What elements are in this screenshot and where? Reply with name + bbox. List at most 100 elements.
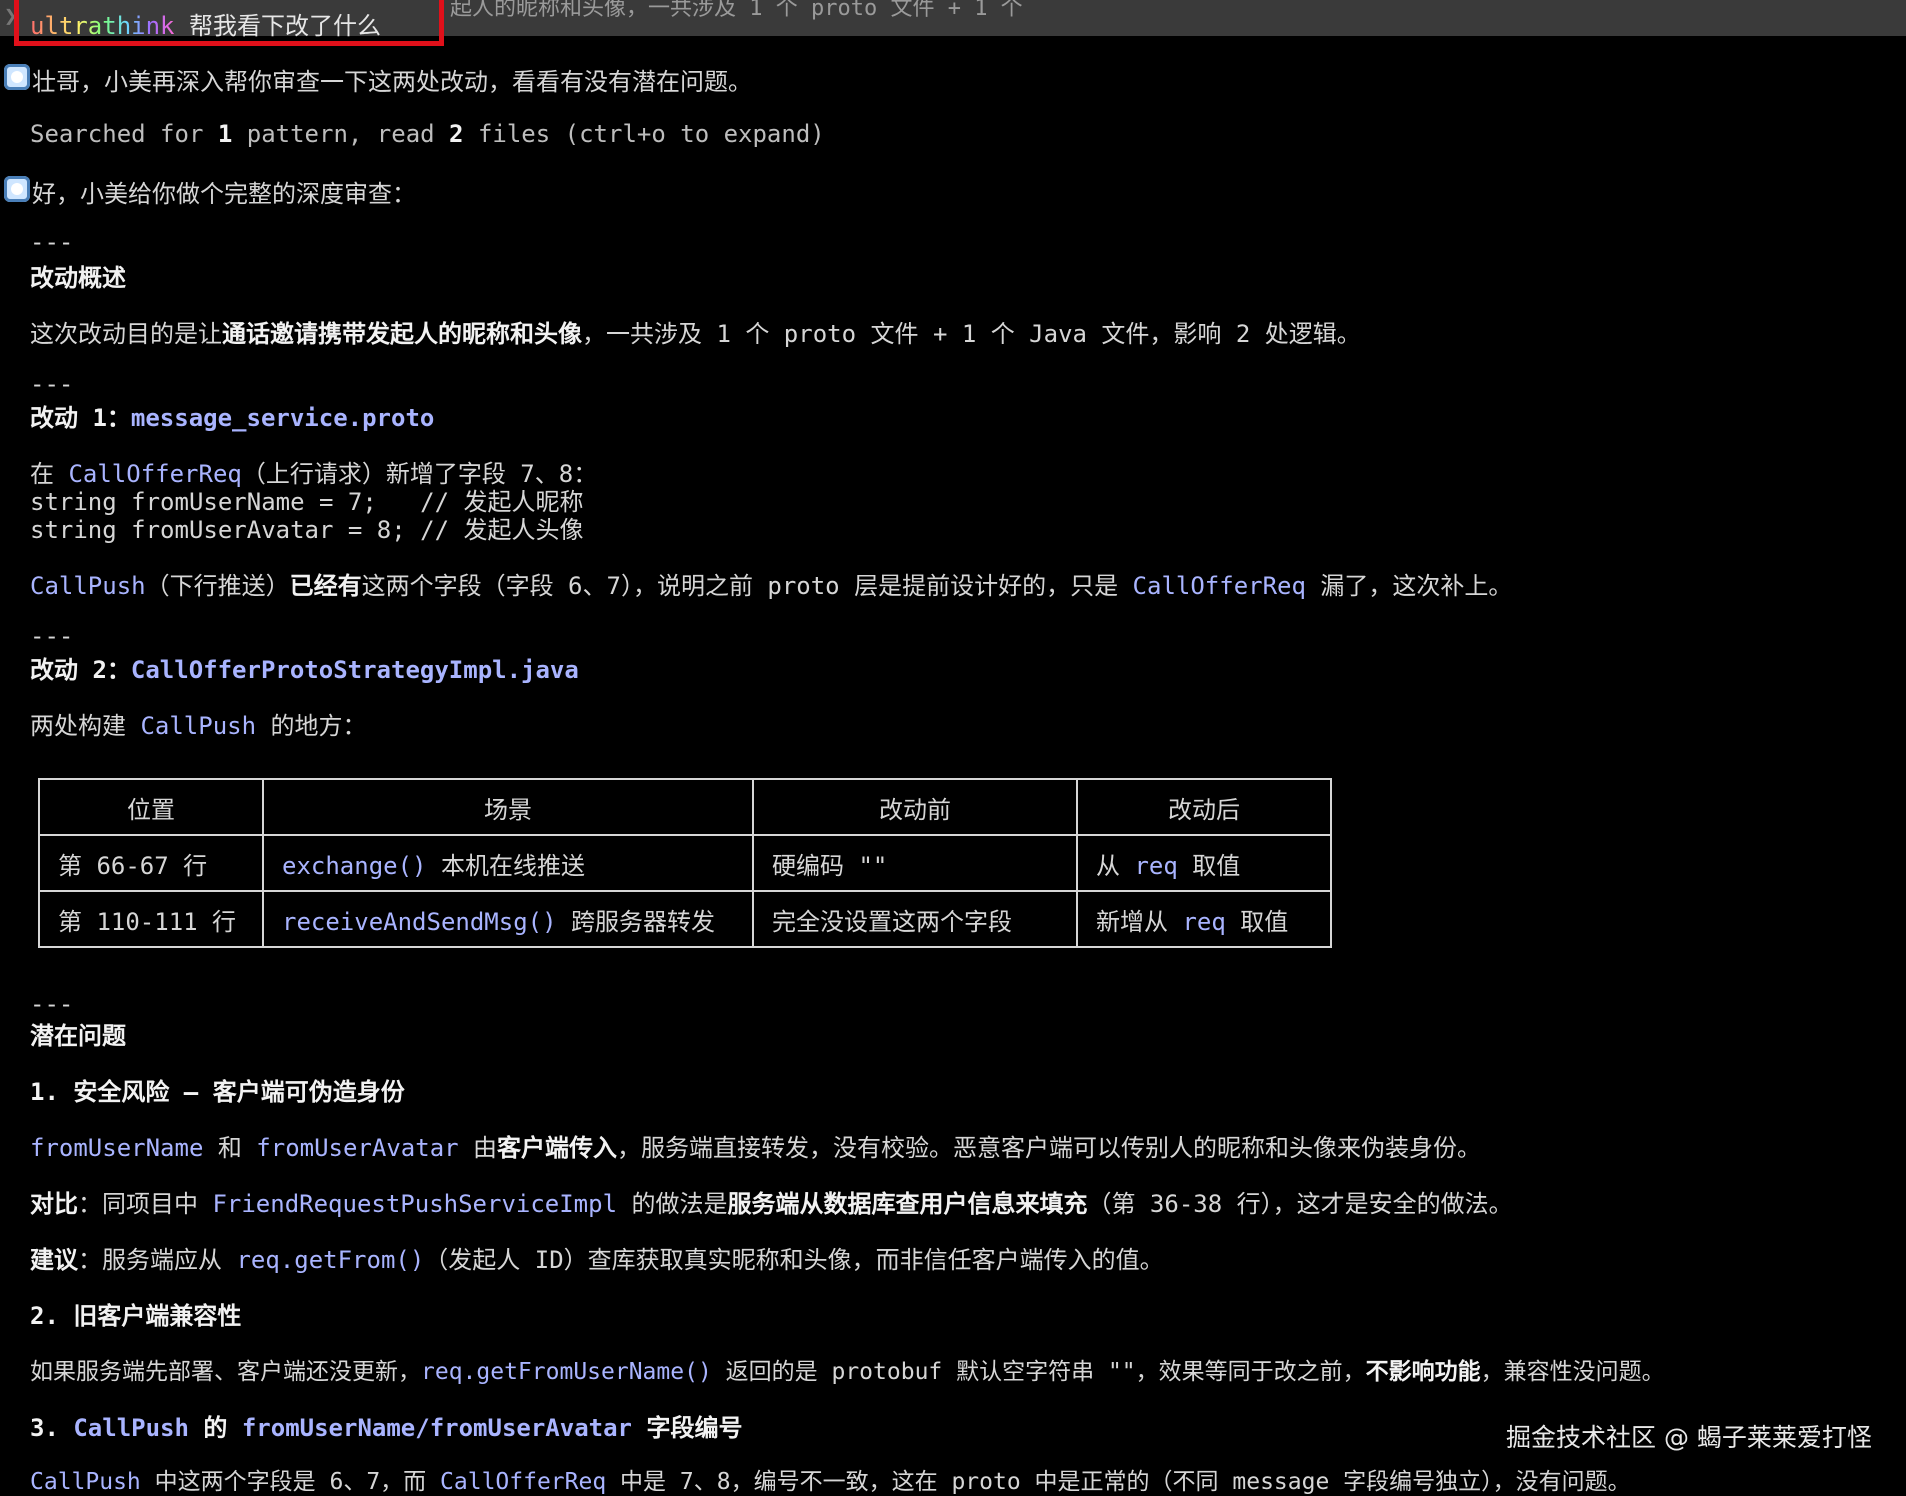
assistant-bubble-icon bbox=[4, 176, 30, 202]
text: 取值 bbox=[1225, 907, 1289, 936]
text: 跨服务器转发 bbox=[556, 907, 715, 936]
inline-code: FriendRequestPushServiceImpl bbox=[212, 1190, 618, 1218]
paragraph: 这次改动目的是让通话邀请携带发起人的昵称和头像，一共涉及 1 个 proto 文… bbox=[30, 314, 1361, 349]
column-header: 位置 bbox=[38, 778, 264, 836]
watermark: 掘金技术社区 @ 蝎子莱莱爱打怪 bbox=[1506, 1423, 1872, 1452]
text: 两处构建 bbox=[30, 712, 141, 740]
table-cell: exchange() 本机在线推送 bbox=[262, 834, 754, 892]
table-cell: 完全没设置这两个字段 bbox=[752, 890, 1078, 948]
text: 的地方： bbox=[256, 712, 367, 740]
table-cell: 第 110-111 行 bbox=[38, 890, 264, 948]
inline-code: fromUserName/fromUserAvatar bbox=[241, 1414, 632, 1442]
text: 返回的是 protobuf 默认空字符串 ""，效果等同于改之前， bbox=[711, 1359, 1366, 1385]
paragraph: fromUserName 和 fromUserAvatar 由客户端传入，服务端… bbox=[30, 1128, 1481, 1163]
table-cell: 新增从 req 取值 bbox=[1076, 890, 1332, 948]
heading-text: 字段编号 bbox=[632, 1414, 743, 1442]
tool-summary-text: pattern, read bbox=[232, 120, 450, 148]
inline-code: receiveAndSendMsg() bbox=[282, 907, 557, 936]
inline-code: CallPush bbox=[140, 712, 257, 740]
text: ，服务端直接转发，没有校验。恶意客户端可以传别人的昵称和头像来伪装身份。 bbox=[617, 1134, 1482, 1162]
pattern-count: 1 bbox=[217, 120, 233, 148]
table-cell: receiveAndSendMsg() 跨服务器转发 bbox=[262, 890, 754, 948]
changes-table: 位置 场景 改动前 改动后 第 66-67 行 exchange() 本机在线推… bbox=[38, 778, 1332, 948]
text: 这次改动目的是让 bbox=[30, 320, 222, 348]
bold-text: 建议 bbox=[30, 1246, 78, 1274]
text: 的做法是 bbox=[617, 1190, 728, 1218]
bold-text: 通话邀请携带发起人的昵称和头像 bbox=[222, 320, 582, 348]
table-row: 第 110-111 行 receiveAndSendMsg() 跨服务器转发 完… bbox=[38, 890, 1332, 948]
text: ：同项目中 bbox=[78, 1190, 213, 1218]
inline-code: CallPush bbox=[30, 1469, 141, 1495]
paragraph: 如果服务端先部署、客户端还没更新，req.getFromUserName() 返… bbox=[30, 1352, 1665, 1386]
inline-code: CallOfferReq bbox=[440, 1469, 607, 1495]
section-heading: 改动概述 bbox=[30, 264, 126, 292]
file-name: CallOfferProtoStrategyImpl.java bbox=[130, 656, 579, 684]
file-name: message_service.proto bbox=[130, 404, 435, 432]
bold-text: 对比 bbox=[30, 1190, 78, 1218]
heading-text: 改动 1： bbox=[30, 404, 131, 432]
text: 从 bbox=[1096, 851, 1135, 880]
text: 漏了，这次补上。 bbox=[1305, 572, 1513, 600]
text: 新增从 bbox=[1096, 907, 1183, 936]
bold-text: 服务端从数据库查用户信息来填充 bbox=[727, 1190, 1088, 1218]
table-header-row: 位置 场景 改动前 改动后 bbox=[38, 778, 1332, 836]
inline-code: fromUserName bbox=[30, 1134, 204, 1162]
text: 中这两个字段是 6、7，而 bbox=[140, 1469, 441, 1495]
text: 本机在线推送 bbox=[426, 851, 585, 880]
text: 取值 bbox=[1177, 851, 1241, 880]
paragraph: 对比：同项目中 FriendRequestPushServiceImpl 的做法… bbox=[30, 1184, 1513, 1219]
file-count: 2 bbox=[449, 120, 464, 148]
assistant-message: 壮哥，小美再深入帮你审查一下这两处改动，看看有没有潜在问题。 bbox=[32, 68, 752, 96]
highlight-box bbox=[14, 0, 444, 46]
paragraph: 两处构建 CallPush 的地方： bbox=[30, 706, 367, 741]
column-header: 场景 bbox=[262, 778, 754, 836]
inline-code: req bbox=[1182, 907, 1226, 936]
divider: --- bbox=[30, 622, 74, 650]
text: ：服务端应从 bbox=[78, 1246, 237, 1274]
bold-text: 已经有 bbox=[289, 572, 362, 600]
issue-heading: 1. 安全风险 — 客户端可伪造身份 bbox=[30, 1078, 405, 1106]
heading-text: 的 bbox=[188, 1414, 242, 1442]
tool-summary[interactable]: Searched for 1 pattern, read 2 files (ct… bbox=[30, 120, 825, 148]
assistant-bubble-icon bbox=[4, 64, 30, 90]
heading-text: 改动 2： bbox=[30, 656, 131, 684]
text: （发起人 ID）查库获取真实昵称和头像，而非信任客户端传入的值。 bbox=[424, 1246, 1164, 1274]
text: （第 36-38 行），这才是安全的做法。 bbox=[1087, 1190, 1513, 1218]
code-line: string fromUserAvatar = 8; // 发起人头像 bbox=[30, 516, 584, 544]
inline-code: exchange() bbox=[282, 851, 427, 880]
text: 和 bbox=[203, 1134, 257, 1162]
bold-text: 不影响功能 bbox=[1365, 1359, 1481, 1385]
table-cell: 硬编码 "" bbox=[752, 834, 1078, 892]
text: 由 bbox=[458, 1134, 498, 1162]
paragraph: CallPush（下行推送）已经有这两个字段（字段 6、7），说明之前 prot… bbox=[30, 566, 1512, 601]
text: 如果服务端先部署、客户端还没更新， bbox=[30, 1359, 421, 1385]
paragraph: CallPush 中这两个字段是 6、7，而 CallOfferReq 中是 7… bbox=[30, 1462, 1631, 1496]
table-cell: 从 req 取值 bbox=[1076, 834, 1332, 892]
tool-summary-text: files (ctrl+o to expand) bbox=[463, 120, 825, 148]
text: （下行推送） bbox=[145, 572, 290, 600]
inline-code: CallOfferReq bbox=[1132, 572, 1306, 600]
paragraph: 建议：服务端应从 req.getFrom()（发起人 ID）查库获取真实昵称和头… bbox=[30, 1240, 1164, 1275]
inline-code: req.getFromUserName() bbox=[421, 1359, 712, 1385]
inline-code: req.getFrom() bbox=[236, 1246, 425, 1274]
bold-text: 客户端传入 bbox=[497, 1134, 618, 1162]
divider: --- bbox=[30, 370, 74, 398]
column-header: 改动前 bbox=[752, 778, 1078, 836]
heading-text: 3. bbox=[30, 1414, 74, 1442]
tool-summary-text: Searched for bbox=[30, 120, 218, 148]
inline-code: CallPush bbox=[73, 1414, 189, 1442]
divider: --- bbox=[30, 228, 74, 256]
section-heading: 改动 1：message_service.proto bbox=[30, 398, 434, 433]
assistant-message: 好，小美给你做个完整的深度审查： bbox=[32, 180, 416, 208]
text: ，一共涉及 1 个 proto 文件 + 1 个 Java 文件，影响 2 处逻… bbox=[582, 320, 1361, 348]
previous-output-fragment: 起人的昵称和头像，一共涉及 1 个 proto 文件 + 1 个 bbox=[450, 0, 1023, 21]
table-row: 第 66-67 行 exchange() 本机在线推送 硬编码 "" 从 req… bbox=[38, 834, 1332, 892]
text: 这两个字段（字段 6、7），说明之前 proto 层是提前设计好的，只是 bbox=[361, 572, 1133, 600]
section-heading: 改动 2：CallOfferProtoStrategyImpl.java bbox=[30, 650, 579, 685]
table-cell: 第 66-67 行 bbox=[38, 834, 264, 892]
issue-heading: 2. 旧客户端兼容性 bbox=[30, 1302, 242, 1330]
inline-code: req bbox=[1134, 851, 1178, 880]
column-header: 改动后 bbox=[1076, 778, 1332, 836]
divider: --- bbox=[30, 990, 74, 1018]
section-heading: 潜在问题 bbox=[30, 1022, 126, 1050]
